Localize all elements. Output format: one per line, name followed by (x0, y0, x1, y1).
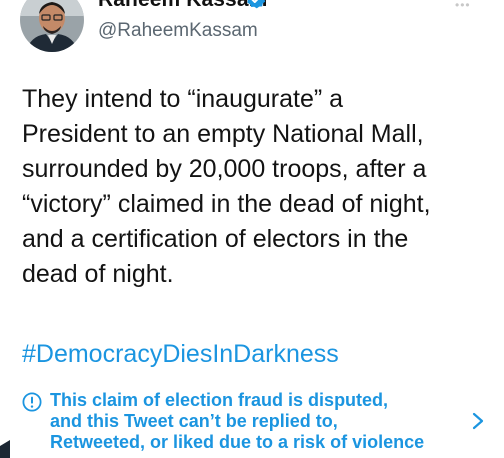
more-options-icon[interactable]: ••• (455, 0, 471, 12)
author-handle[interactable]: @RaheemKassam (98, 20, 258, 42)
exclamation-circle-icon (22, 392, 42, 412)
chevron-right-icon[interactable] (471, 411, 485, 431)
tweet-text: They intend to “inaugurate” a President … (22, 82, 492, 292)
tweet-text-line: “victory” claimed in the dead of night, (22, 190, 431, 218)
notice-line: This claim of election fraud is disputed… (50, 390, 389, 410)
tweet-text-line: President to an empty National Mall, (22, 120, 424, 148)
notice-line: Retweeted, or liked due to a risk of vio… (50, 432, 425, 452)
corner-decoration (0, 440, 10, 458)
author-display-name[interactable]: Raheem Kassam (98, 0, 267, 12)
tweet-card: Raheem Kassam @RaheemKassam ••• They int… (0, 0, 504, 458)
verified-badge-icon (247, 0, 266, 9)
tweet-text-line: surrounded by 20,000 troops, after a (22, 155, 427, 183)
tweet-text-line: and a certification of electors in the (22, 225, 409, 253)
hashtag-link[interactable]: #DemocracyDiesInDarkness (22, 337, 339, 372)
notice-text: This claim of election fraud is disputed… (50, 390, 470, 453)
tweet-text-line: dead of night. (22, 260, 174, 288)
avatar[interactable] (20, 0, 84, 52)
tweet-text-line: They intend to “inaugurate” a (22, 85, 344, 113)
disputed-claim-notice[interactable]: This claim of election fraud is disputed… (22, 390, 492, 458)
notice-line: and this Tweet can’t be replied to, (50, 411, 338, 431)
